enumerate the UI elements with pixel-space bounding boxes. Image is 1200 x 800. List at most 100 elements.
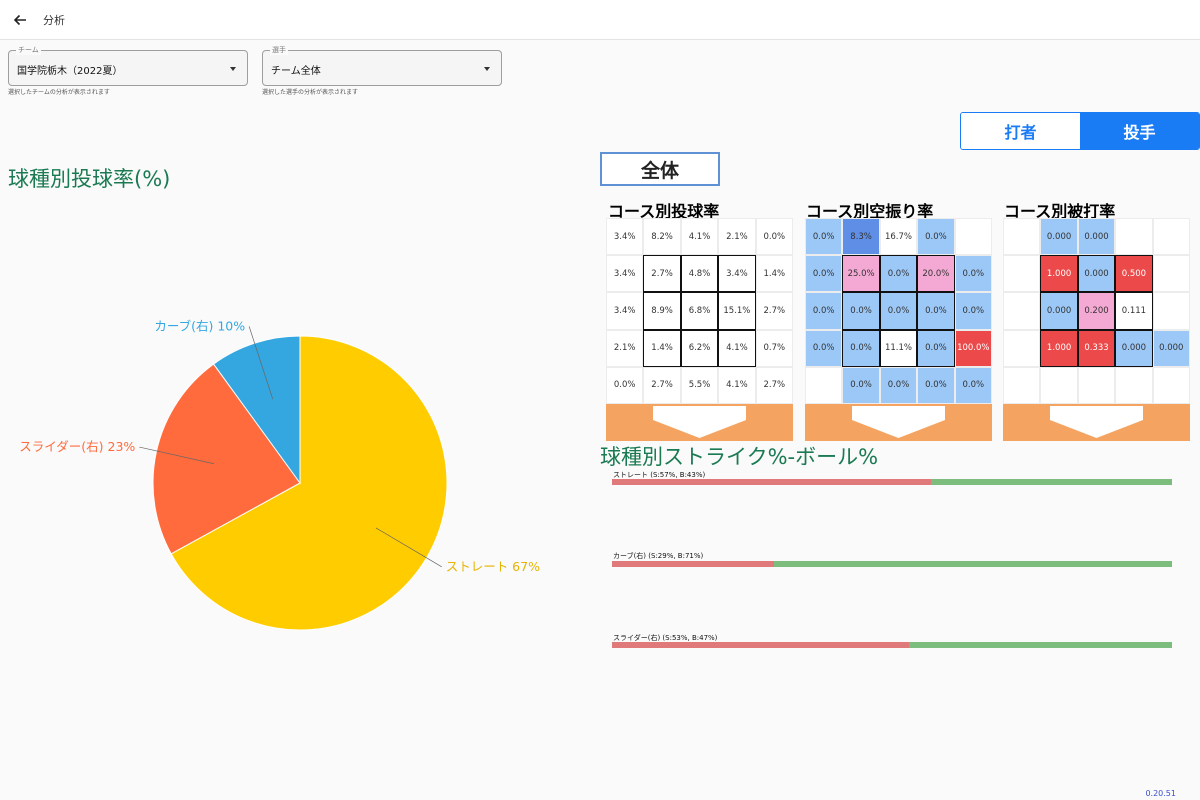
strike-zone-cell: 0.0%	[842, 292, 880, 330]
zone-cell: 3.4%	[606, 292, 644, 330]
strike-section-title: 球種別ストライク%-ボール%	[600, 445, 879, 469]
team-select-helper: 選択したチームの分析が表示されます	[8, 89, 110, 96]
app-bar: 分析	[0, 0, 1200, 40]
dropdown-arrow-icon	[230, 67, 236, 71]
pie-slice-label: ストレート 67%	[446, 559, 540, 574]
player-select-helper: 選択した選手の分析が表示されます	[262, 89, 359, 96]
home-plate-icon	[852, 406, 945, 438]
player-select[interactable]: 選手 チーム全体	[262, 45, 502, 86]
strike-zone-cell: 3.4%	[718, 255, 756, 293]
toggle-pitcher[interactable]: 投手	[1080, 113, 1199, 149]
zone-panel-pitch-rate: 3.4% 8.2% 4.1% 2.1% 0.0% 3.4% 2.7% 4.8% 3.4% 1.4%…	[606, 218, 793, 441]
strike-zone-cell: 1.000	[1040, 329, 1078, 367]
zone-cell: 0.000	[1077, 218, 1116, 256]
dropdown-arrow-icon	[484, 67, 490, 71]
zone-cell	[1040, 366, 1078, 404]
strike-zone-cell: 0.0%	[917, 329, 955, 367]
strike-ball-bar-slider	[612, 642, 1172, 648]
zone-cell	[1152, 366, 1190, 404]
strike-zone-cell: 20.0%	[917, 255, 955, 293]
zone-cell: 4.1%	[718, 366, 756, 404]
strike-zone-cell: 0.111	[1115, 292, 1153, 330]
zone-cell	[1003, 292, 1041, 330]
zone-grid: 0.000 0.000 1.000 0.000 0.500 0.000 0.200 0.111…	[1003, 218, 1190, 404]
home-plate	[606, 404, 793, 441]
strike-zone-cell: 15.1%	[718, 292, 756, 330]
strike-zone-cell: 0.0%	[917, 292, 955, 330]
zone-cell	[1003, 255, 1041, 293]
strike-segment	[612, 479, 932, 485]
zone-cell	[1003, 218, 1041, 256]
strike-zone-cell: 0.0%	[842, 329, 880, 367]
zone-cell: 5.5%	[680, 366, 719, 404]
ball-segment	[774, 561, 1172, 567]
zone-cell: 0.0%	[805, 292, 843, 330]
zone-cell: 1.4%	[755, 255, 793, 293]
strike-zone-cell: 0.000	[1040, 292, 1078, 330]
page-title: 分析	[43, 14, 65, 27]
zone-cell: 16.7%	[879, 218, 918, 256]
strike-zone-cell: 0.200	[1077, 292, 1116, 330]
strike-zone-cell: 1.4%	[643, 329, 681, 367]
strike-zone-cell: 0.000	[1115, 329, 1153, 367]
zone-cell	[1003, 366, 1041, 404]
pie-slice-label: カーブ(右) 10%	[154, 318, 245, 333]
strike-zone-cell: 6.8%	[680, 292, 719, 330]
strike-zone-cell: 8.9%	[643, 292, 681, 330]
toggle-batter[interactable]: 打者	[961, 113, 1080, 149]
zone-cell: 0.000	[1040, 218, 1078, 256]
strike-zone-cell: 25.0%	[842, 255, 880, 293]
home-plate	[805, 404, 992, 441]
strike-zone-cell: 6.2%	[680, 329, 719, 367]
zone-cell: 0.0%	[954, 255, 992, 293]
strike-zone-cell: 0.500	[1115, 255, 1153, 293]
zone-panel-whiff-rate: 0.0% 8.3% 16.7% 0.0% 0.0% 25.0% 0.0% 20.0% 0.0% 0…	[805, 218, 992, 441]
zone-cell: 2.1%	[606, 329, 644, 367]
pitch-type-pie-chart: ストレート 67% スライダー(右) 23% カーブ(右) 10%	[19, 318, 540, 631]
arrow-left-icon	[13, 14, 26, 26]
team-select[interactable]: チーム 国学院栃木（2022夏）	[8, 45, 248, 86]
zone-cell: 0.0%	[917, 218, 955, 256]
strike-zone-cell: 1.000	[1040, 255, 1078, 293]
zone-grid: 0.0% 8.3% 16.7% 0.0% 0.0% 25.0% 0.0% 20.0% 0.0% 0…	[805, 218, 992, 404]
pie-slice-label: スライダー(右) 23%	[19, 439, 135, 454]
zone-cell: 0.0%	[805, 218, 843, 256]
home-plate	[1003, 404, 1190, 441]
zone-cell: 0.0%	[805, 329, 843, 367]
zone-cell: 0.0%	[805, 255, 843, 293]
zone-cell: 0.0%	[755, 218, 793, 256]
zone-cell: 0.0%	[954, 366, 992, 404]
zone-cell: 3.4%	[606, 255, 644, 293]
back-button[interactable]	[6, 6, 34, 34]
zone-cell	[805, 366, 843, 404]
player-select-legend: 選手	[270, 45, 288, 55]
overall-label[interactable]: 全体	[600, 152, 720, 186]
home-plate-icon	[653, 406, 746, 438]
zone-cell	[954, 218, 992, 256]
zone-cell: 100.0%	[954, 329, 992, 367]
zone-cell: 4.1%	[680, 218, 719, 256]
strike-ball-bar-curve	[612, 561, 1172, 567]
zone-cell: 0.0%	[879, 366, 918, 404]
zone-cell	[1115, 366, 1153, 404]
team-select-legend: チーム	[16, 45, 41, 55]
zone-cell	[1152, 292, 1190, 330]
zone-cell: 0.0%	[606, 366, 644, 404]
strike-zone-cell: 11.1%	[879, 329, 918, 367]
zone-cell: 0.7%	[755, 329, 793, 367]
ball-segment	[931, 479, 1172, 485]
zone-cell: 3.4%	[606, 218, 644, 256]
strike-zone-cell: 0.000	[1077, 255, 1116, 293]
pie-section-title: 球種別投球率(%)	[8, 167, 171, 191]
strike-zone-cell: 0.0%	[879, 292, 918, 330]
zone-panel-hit-rate: 0.000 0.000 1.000 0.000 0.500 0.000 0.200 0.111…	[1003, 218, 1190, 441]
zone-cell: 0.0%	[954, 292, 992, 330]
zone-cell: 8.3%	[842, 218, 880, 256]
zone-cell	[1077, 366, 1116, 404]
strike-zone-cell: 4.1%	[718, 329, 756, 367]
strike-zone-cell: 2.7%	[643, 255, 681, 293]
zone-cell	[1152, 255, 1190, 293]
zone-cell: 0.0%	[842, 366, 880, 404]
zone-cell	[1152, 218, 1190, 256]
zone-cell	[1003, 329, 1041, 367]
